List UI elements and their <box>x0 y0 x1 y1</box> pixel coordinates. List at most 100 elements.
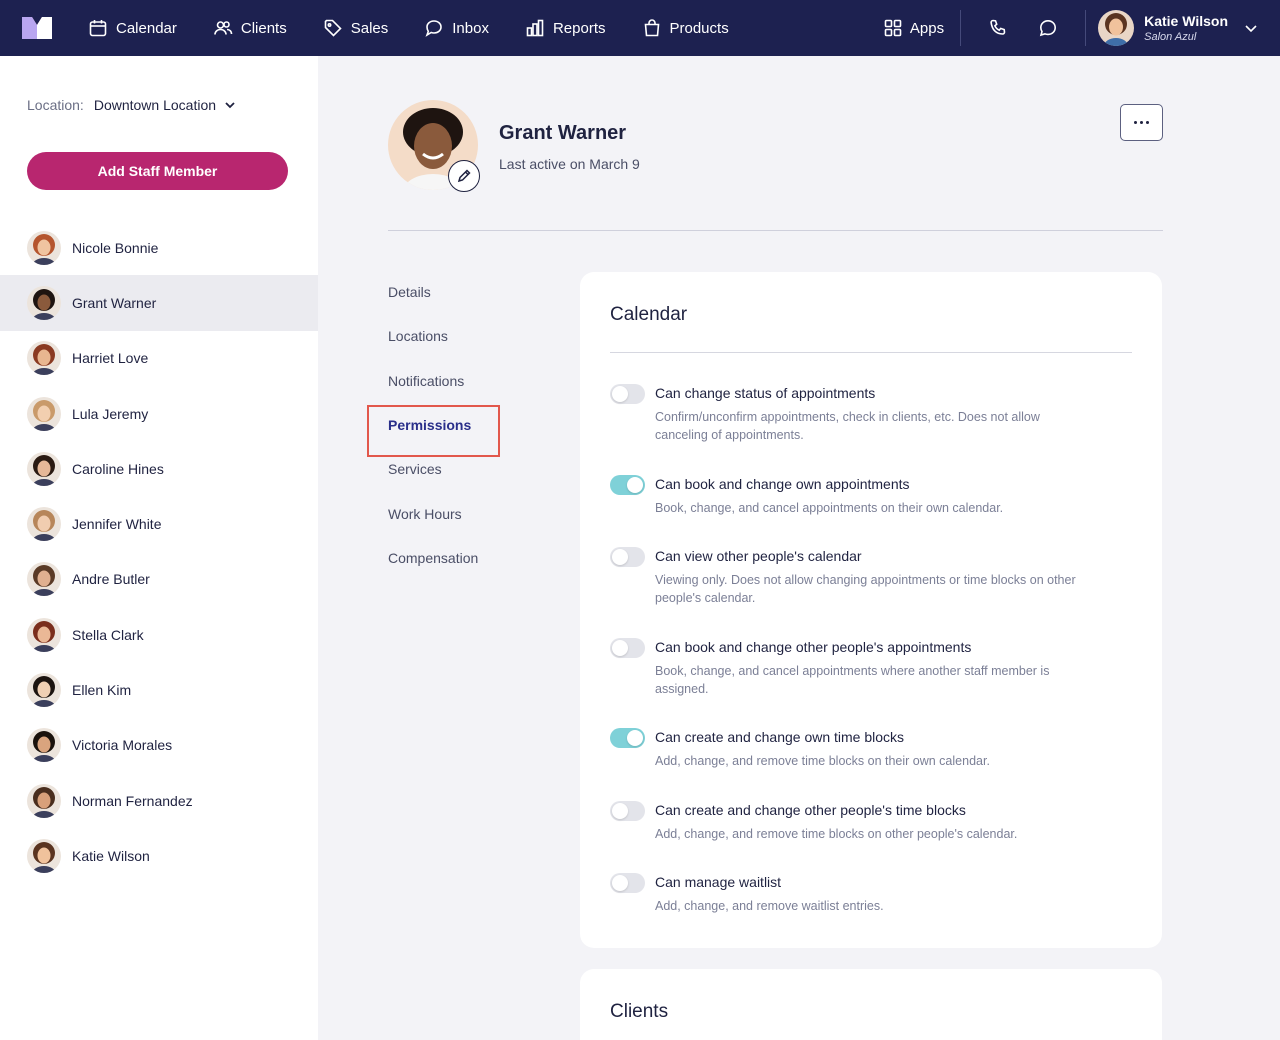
staff-avatar <box>27 451 61 486</box>
staff-list-item[interactable]: Nicole Bonnie <box>0 220 318 275</box>
subnav-details[interactable]: Details <box>388 270 568 314</box>
permission-toggle[interactable] <box>610 547 645 567</box>
staff-avatar <box>27 285 61 320</box>
staff-name: Jennifer White <box>72 516 162 533</box>
messages-button[interactable] <box>1023 0 1073 56</box>
phone-button[interactable] <box>973 0 1023 56</box>
staff-name: Caroline Hines <box>72 460 164 477</box>
permission-description: Viewing only. Does not allow changing ap… <box>655 573 1076 605</box>
profile-name: Grant Warner <box>499 122 627 144</box>
staff-name: Harriet Love <box>72 350 149 367</box>
staff-name: Nicole Bonnie <box>72 239 159 256</box>
subnav-work-hours[interactable]: Work Hours <box>388 491 568 535</box>
add-staff-button[interactable]: Add Staff Member <box>27 152 288 190</box>
permission-title: Can book and change own appointments <box>655 476 910 492</box>
staff-list-item[interactable]: Victoria Morales <box>0 718 318 773</box>
staff-avatar <box>27 230 61 265</box>
pencil-icon <box>457 169 471 183</box>
staff-avatar <box>27 617 61 652</box>
more-options-button[interactable] <box>1120 104 1163 141</box>
subnav-services[interactable]: Services <box>388 447 568 491</box>
permission-title: Can manage waitlist <box>655 874 782 890</box>
staff-list-item[interactable]: Harriet Love <box>0 331 318 386</box>
permission-toggle[interactable] <box>610 728 645 748</box>
permission-title: Can book and change other people's appoi… <box>655 639 972 655</box>
staff-avatar <box>27 396 61 431</box>
chevron-down-icon <box>1245 25 1257 33</box>
staff-list-item[interactable]: Norman Fernandez <box>0 773 318 828</box>
toggle-knob <box>612 549 628 565</box>
phone-icon <box>990 19 1006 35</box>
permission-title: Can view other people's calendar <box>655 548 862 564</box>
clients-permissions-card: Clients <box>580 969 1162 1040</box>
location-value: Downtown Location <box>93 97 217 113</box>
toggle-knob <box>612 386 628 402</box>
nav-apps[interactable]: Apps <box>883 0 960 56</box>
permission-description: Add, change, and remove time blocks on o… <box>655 827 1018 841</box>
calendar-icon <box>89 20 107 37</box>
subnav-locations[interactable]: Locations <box>388 314 568 358</box>
permission-toggle[interactable] <box>610 384 645 404</box>
permission-toggle[interactable] <box>610 638 645 658</box>
subnav-permissions[interactable]: Permissions <box>367 403 568 458</box>
staff-list-item[interactable]: Ellen Kim <box>0 662 318 717</box>
main-content: Grant Warner Last active on March 9 Deta… <box>318 56 1280 1040</box>
subnav-compensation[interactable]: Compensation <box>388 536 568 580</box>
nav-clients[interactable]: Clients <box>213 0 287 56</box>
nav-inbox[interactable]: Inbox <box>424 0 489 56</box>
staff-list-item[interactable]: Lula Jeremy <box>0 386 318 441</box>
grid-icon <box>884 19 902 37</box>
user-menu[interactable]: Katie Wilson Salon Azul <box>1086 0 1280 56</box>
nav-calendar[interactable]: Calendar <box>88 0 177 56</box>
permission-title: Can create and change other people's tim… <box>655 802 966 818</box>
staff-avatar <box>27 562 61 597</box>
staff-name: Andre Butler <box>72 571 150 588</box>
toggle-knob <box>627 477 643 493</box>
staff-list-item[interactable]: Grant Warner <box>0 275 318 331</box>
staff-list-item[interactable]: Caroline Hines <box>0 441 318 496</box>
top-nav: Calendar Clients Sales Inbox Reports Pro… <box>0 0 1280 56</box>
subnav-notifications[interactable]: Notifications <box>388 359 568 403</box>
permission-description: Add, change, and remove time blocks on t… <box>655 754 990 768</box>
users-icon <box>214 21 233 35</box>
staff-avatar <box>27 838 61 873</box>
calendar-card-title: Calendar <box>610 304 688 325</box>
nav-reports[interactable]: Reports <box>525 0 606 56</box>
staff-name: Ellen Kim <box>72 682 132 699</box>
nav-clients-label: Clients <box>240 19 287 37</box>
staff-name: Victoria Morales <box>72 737 173 754</box>
location-selector[interactable]: Location: Downtown Location <box>27 97 236 113</box>
nav-products-label: Products <box>669 19 729 37</box>
edit-avatar-button[interactable] <box>448 160 480 192</box>
staff-list: Nicole Bonnie Grant Warner Harriet Love Lul… <box>0 220 318 884</box>
staff-list-item[interactable]: Katie Wilson <box>0 828 318 883</box>
permission-description: Confirm/unconfirm appointments, check in… <box>655 410 1040 442</box>
user-salon: Salon Azul <box>1144 30 1197 43</box>
staff-list-item[interactable]: Jennifer White <box>0 496 318 551</box>
profile-subnav: Details Locations Notifications Permissions… <box>367 270 568 580</box>
more-dots-icon <box>1134 121 1137 124</box>
staff-name: Grant Warner <box>72 294 157 311</box>
staff-avatar <box>27 507 61 542</box>
header-divider <box>388 230 1163 231</box>
toggle-knob <box>612 640 628 656</box>
message-bubble-icon <box>1039 19 1057 37</box>
bag-icon <box>644 19 659 37</box>
permission-description: Book, change, and cancel appointments wh… <box>655 664 1050 696</box>
permission-title: Can change status of appointments <box>655 385 876 401</box>
permission-toggle[interactable] <box>610 801 645 821</box>
staff-list-item[interactable]: Stella Clark <box>0 607 318 662</box>
user-name: Katie Wilson <box>1144 12 1228 29</box>
tag-icon <box>324 19 342 37</box>
permission-toggle[interactable] <box>610 475 645 495</box>
nav-divider <box>960 10 962 46</box>
permission-toggle[interactable] <box>610 873 645 893</box>
nav-sales-label: Sales <box>350 19 389 37</box>
nav-sales[interactable]: Sales <box>323 0 389 56</box>
staff-name: Stella Clark <box>72 626 144 643</box>
nav-products[interactable]: Products <box>642 0 729 56</box>
nav-reports-label: Reports <box>552 19 606 37</box>
staff-list-item[interactable]: Andre Butler <box>0 552 318 607</box>
app-logo-icon[interactable] <box>22 17 52 39</box>
permission-description: Add, change, and remove waitlist entries… <box>655 899 884 913</box>
